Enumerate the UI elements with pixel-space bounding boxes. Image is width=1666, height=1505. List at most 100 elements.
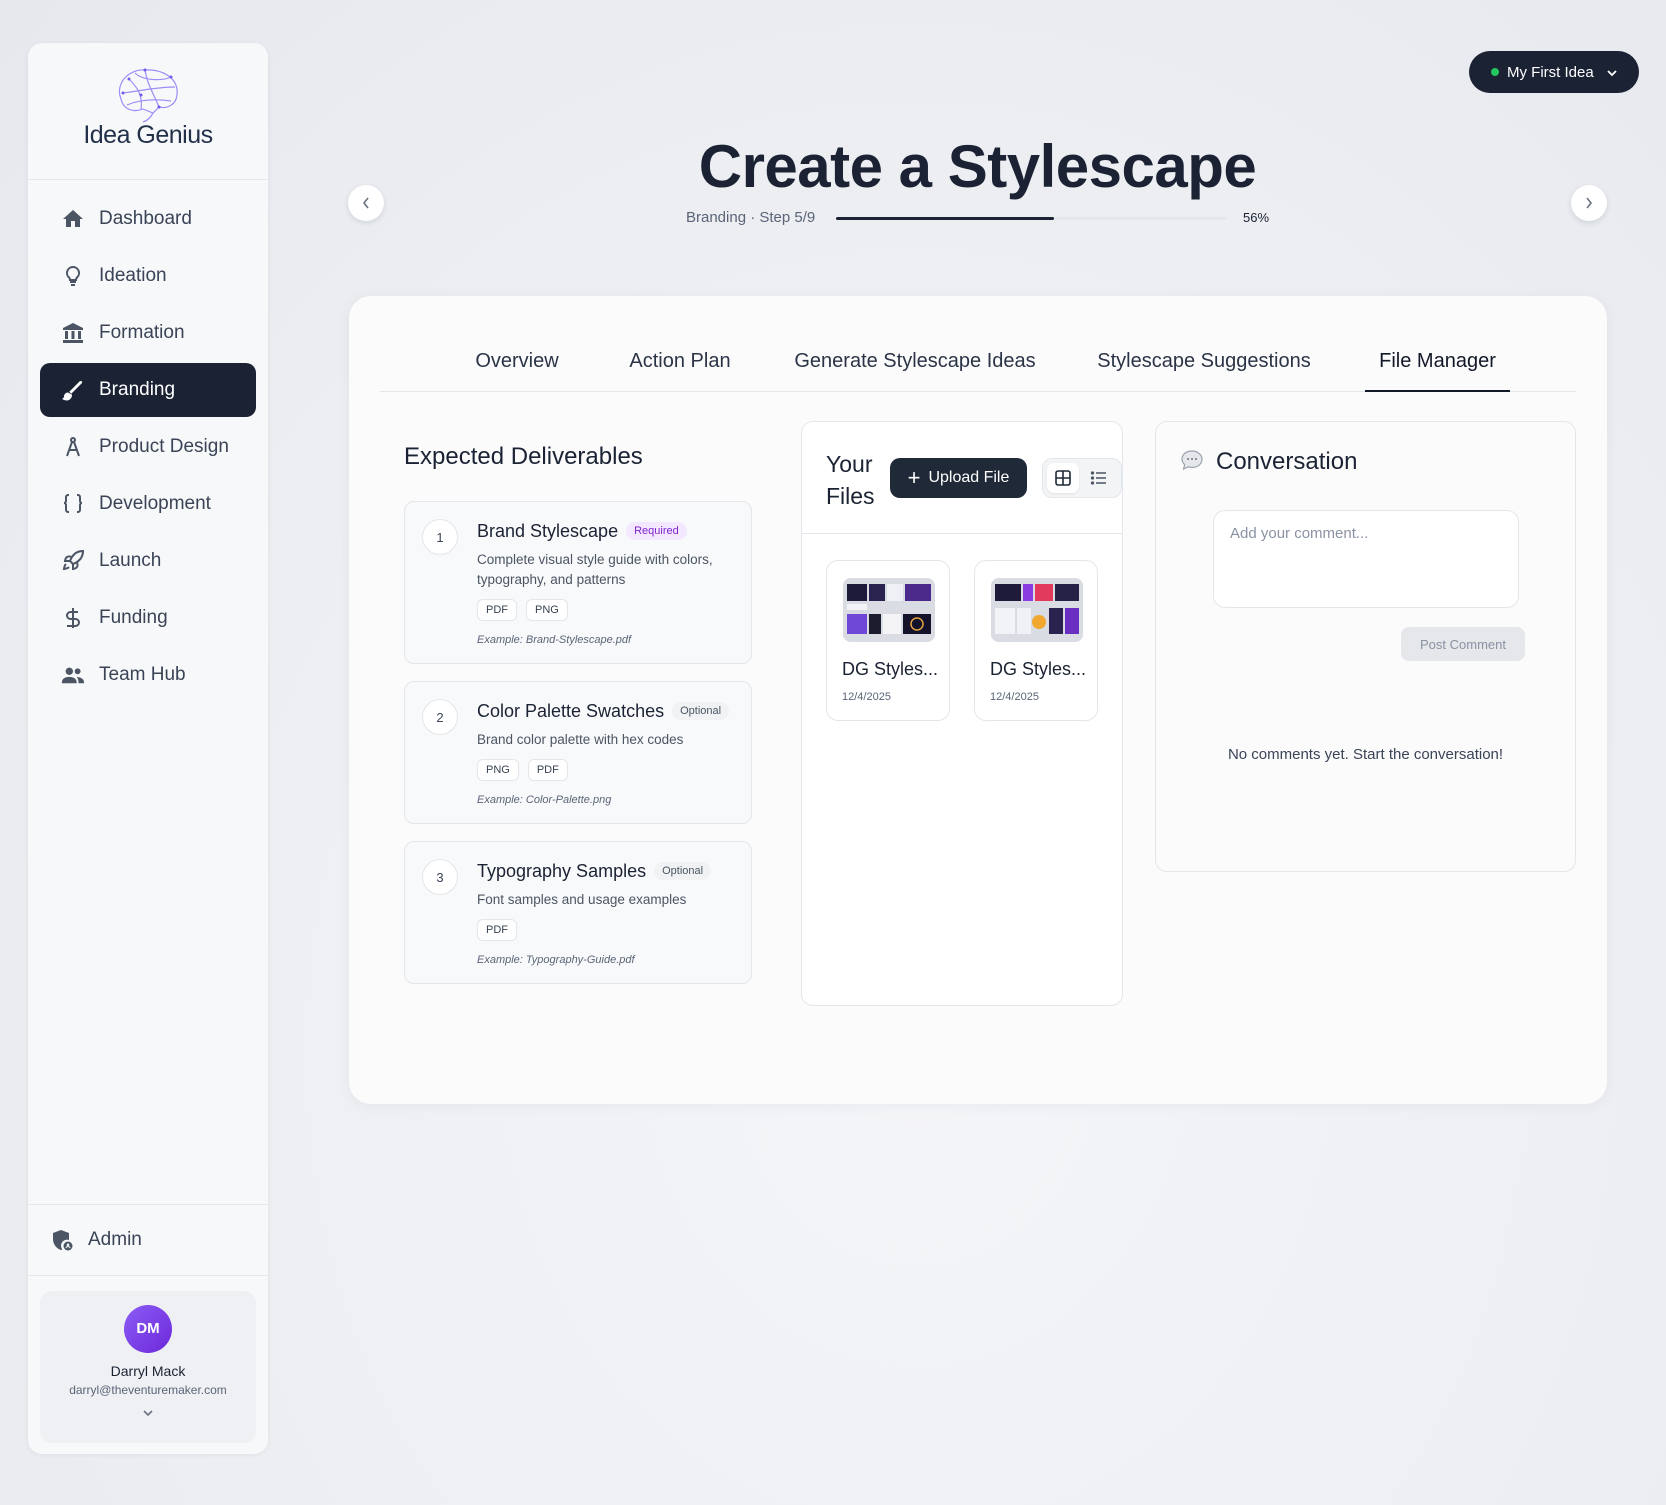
sidebar: Idea Genius Dashboard Ideation Formation… <box>28 43 268 1454</box>
upload-file-button[interactable]: + Upload File <box>890 458 1027 498</box>
post-comment-button[interactable]: Post Comment <box>1401 627 1525 661</box>
sidebar-item-branding[interactable]: Branding <box>40 363 256 417</box>
file-name: DG Styles... <box>990 659 1087 679</box>
sidebar-item-label: Ideation <box>99 265 167 286</box>
brush-icon <box>61 378 85 402</box>
sidebar-item-development[interactable]: Development <box>40 477 256 531</box>
sidebar-item-ideation[interactable]: Ideation <box>40 249 256 303</box>
file-date: 12/4/2025 <box>990 691 1039 703</box>
conversation-panel: Conversation Post Comment No comments ye… <box>1155 421 1576 872</box>
progress-fill <box>836 217 1055 220</box>
sidebar-item-product-design[interactable]: Product Design <box>40 420 256 474</box>
deliverable-name: Color Palette Swatches Optional <box>477 701 730 722</box>
deliverable-description: Complete visual style guide with colors,… <box>477 552 713 587</box>
avatar: DM <box>124 1305 172 1353</box>
format-tags: PDF PNG <box>477 599 568 621</box>
file-card[interactable]: DG Styles... 12/4/2025 <box>974 560 1098 721</box>
tab-generate-stylescape-ideas[interactable]: Generate Stylescape Ideas <box>785 348 1045 392</box>
empty-state-text: No comments yet. Start the conversation! <box>1227 746 1504 763</box>
deliverable-card: 2 Color Palette Swatches Optional Brand c… <box>404 681 752 824</box>
deliverable-example: Example: Typography-Guide.pdf <box>477 954 635 966</box>
files-title: Your Files <box>826 451 875 509</box>
tab-overview[interactable]: Overview <box>455 348 579 392</box>
lightbulb-icon <box>61 264 85 288</box>
step-progress: Branding · Step 5/9 56% <box>686 207 1276 229</box>
deliverable-card: 3 Typography Samples Optional Font sample… <box>404 841 752 984</box>
format-tag: PNG <box>477 759 519 781</box>
file-name: DG Styles... <box>842 659 939 679</box>
idea-selector[interactable]: My First Idea <box>1469 51 1639 93</box>
sidebar-item-label: Branding <box>99 379 176 400</box>
deliverable-number: 1 <box>422 519 458 555</box>
chevron-left-icon <box>362 197 369 209</box>
home-icon <box>61 207 85 231</box>
sidebar-item-label: Dashboard <box>99 208 192 229</box>
status-dot <box>1491 68 1499 76</box>
format-tag: PNG <box>526 599 568 621</box>
deliverable-example: Example: Brand-Stylescape.pdf <box>477 634 632 646</box>
chevron-right-icon <box>1586 197 1593 209</box>
sidebar-item-label: Product Design <box>99 436 229 457</box>
progress-bar <box>836 217 1226 220</box>
format-tag: PDF <box>477 599 517 621</box>
file-card[interactable]: DG Styles... 12/4/2025 <box>826 560 950 721</box>
logo[interactable]: Idea Genius <box>28 43 268 180</box>
sidebar-item-launch[interactable]: Launch <box>40 534 256 588</box>
progress-percent: 56% <box>1243 210 1270 225</box>
tab-file-manager[interactable]: File Manager <box>1365 348 1510 392</box>
next-step-button[interactable] <box>1571 185 1607 221</box>
format-tags: PNG PDF <box>477 759 568 781</box>
comment-input[interactable] <box>1213 510 1519 608</box>
sidebar-item-label: Team Hub <box>99 664 186 685</box>
deliverables-title: Expected Deliverables <box>404 443 643 470</box>
sidebar-item-label: Formation <box>99 322 185 343</box>
sidebar-item-funding[interactable]: Funding <box>40 591 256 645</box>
deliverable-example: Example: Color-Palette.png <box>477 794 612 806</box>
step-label: Branding · Step 5/9 <box>686 209 816 226</box>
conversation-title: Conversation <box>1216 448 1358 475</box>
tab-stylescape-suggestions[interactable]: Stylescape Suggestions <box>1084 348 1324 392</box>
admin-link[interactable]: Admin <box>28 1204 268 1276</box>
brain-logo-icon <box>118 68 178 123</box>
grid-icon <box>1055 470 1071 486</box>
sidebar-item-label: Launch <box>99 550 162 571</box>
expected-deliverables-panel: Expected Deliverables 1 Brand Stylescape… <box>382 421 772 1003</box>
user-profile-card[interactable]: DM Darryl Mack darryl@theventuremaker.co… <box>40 1291 256 1443</box>
grid-view-button[interactable] <box>1047 463 1079 493</box>
file-date: 12/4/2025 <box>842 691 891 703</box>
rocket-icon <box>61 549 85 573</box>
compass-icon <box>61 435 85 459</box>
chevron-down-icon <box>1606 64 1618 81</box>
code-braces-icon <box>61 492 85 516</box>
deliverable-number: 2 <box>422 699 458 735</box>
sidebar-item-formation[interactable]: Formation <box>40 306 256 360</box>
sidebar-item-label: Funding <box>99 607 168 628</box>
deliverable-number: 3 <box>422 859 458 895</box>
team-icon <box>61 663 85 687</box>
deliverable-name: Typography Samples Optional <box>477 861 712 882</box>
chevron-down-icon[interactable] <box>40 1405 256 1423</box>
required-badge: Required <box>626 522 687 540</box>
file-thumbnail <box>843 578 935 642</box>
chat-bubble-icon <box>1180 449 1204 476</box>
sidebar-item-team-hub[interactable]: Team Hub <box>40 648 256 702</box>
format-tag: PDF <box>527 759 568 781</box>
tab-action-plan[interactable]: Action Plan <box>614 348 746 392</box>
previous-step-button[interactable] <box>348 185 384 221</box>
list-icon <box>1090 471 1106 485</box>
format-tags: PDF <box>477 919 517 941</box>
optional-badge: Optional <box>672 702 730 720</box>
deliverable-name: Brand Stylescape Required <box>477 521 687 542</box>
dollar-icon <box>61 606 85 630</box>
sidebar-item-label: Development <box>99 493 211 514</box>
plus-icon: + <box>907 465 921 490</box>
page-title: Create a Stylescape <box>698 133 1257 200</box>
files-header: Your Files + Upload File <box>802 422 1122 534</box>
list-view-button[interactable] <box>1083 463 1115 493</box>
bank-icon <box>61 321 85 345</box>
sidebar-item-dashboard[interactable]: Dashboard <box>40 192 256 246</box>
app-name: Idea Genius <box>83 121 213 149</box>
file-thumbnail <box>991 578 1083 642</box>
admin-label: Admin <box>88 1229 142 1250</box>
upload-file-label: Upload File <box>928 469 1010 486</box>
